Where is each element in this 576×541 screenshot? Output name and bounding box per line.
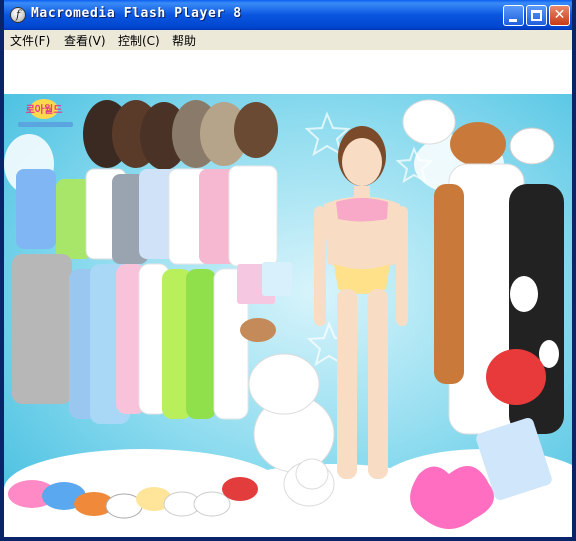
dress-up-game-scene[interactable]: 로아월드 bbox=[4, 94, 572, 534]
flash-stage[interactable]: 로아월드 bbox=[4, 50, 572, 537]
menu-file[interactable]: 文件(F) bbox=[10, 32, 50, 49]
game-canvas[interactable]: 로아월드 bbox=[4, 94, 572, 534]
minimize-icon bbox=[509, 19, 517, 22]
menu-view[interactable]: 查看(V) bbox=[64, 32, 106, 49]
window-title: Macromedia Flash Player 8 bbox=[31, 6, 242, 21]
flash-player-window: f Macromedia Flash Player 8 ✕ 文件(F) 查看(V… bbox=[0, 0, 576, 541]
close-icon: ✕ bbox=[553, 7, 566, 23]
close-button[interactable]: ✕ bbox=[549, 5, 570, 26]
maximize-button[interactable] bbox=[526, 5, 547, 26]
title-bar[interactable]: f Macromedia Flash Player 8 ✕ bbox=[4, 0, 572, 30]
menu-bar: 文件(F) 查看(V) 控制(C) 帮助 bbox=[4, 30, 572, 50]
svg-text:로아월드: 로아월드 bbox=[26, 103, 63, 116]
menu-control[interactable]: 控制(C) bbox=[118, 32, 160, 49]
hairbrush[interactable] bbox=[240, 318, 276, 342]
minimize-button[interactable] bbox=[503, 5, 524, 26]
menu-help[interactable]: 帮助 bbox=[172, 32, 196, 49]
flash-player-icon[interactable]: f bbox=[10, 7, 26, 23]
maximize-icon bbox=[531, 10, 542, 21]
pajama-bottoms[interactable] bbox=[12, 254, 249, 424]
